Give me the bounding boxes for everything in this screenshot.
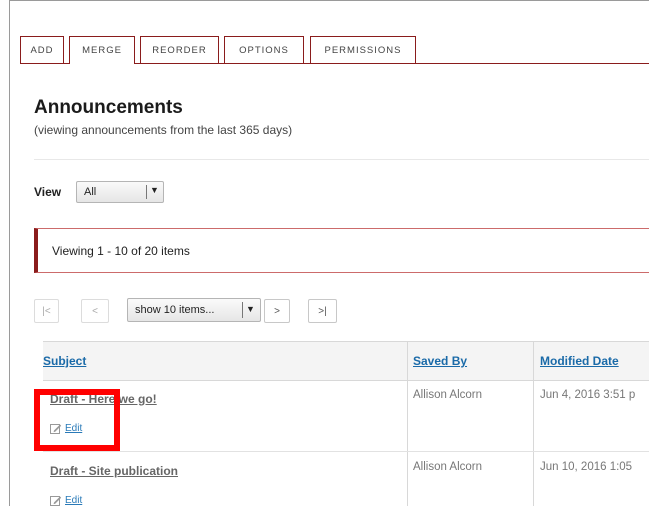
divider [34,159,649,160]
modified-date-cell: Jun 4, 2016 3:51 p [540,389,636,401]
column-separator [407,452,408,506]
column-separator [407,380,408,451]
modified-date-cell: Jun 10, 2016 1:05 [540,461,633,473]
last-page-button[interactable]: >| [308,299,337,323]
edit-icon [50,496,62,506]
chevron-down-icon: ▼ [150,185,159,195]
next-page-button[interactable]: > [264,299,290,323]
page-size-select[interactable]: show 10 items... ▼ [127,298,261,322]
toolbar: ADD MERGE REORDER OPTIONS PERMISSIONS [20,36,649,64]
permissions-button[interactable]: PERMISSIONS [310,36,416,63]
table-row: Draft - Here we go! Edit Allison Alcorn … [43,380,649,452]
announcements-page: ADD MERGE REORDER OPTIONS PERMISSIONS An… [9,0,649,506]
column-separator [407,342,408,380]
saved-by-cell: Allison Alcorn [413,389,483,401]
items-count-text: Viewing 1 - 10 of 20 items [52,244,190,258]
select-separator [242,302,243,318]
edit-highlight-box [34,389,120,451]
page-size-value: show 10 items... [135,304,215,316]
table-row: Draft - Site publication Edit Allison Al… [43,452,649,506]
column-separator [533,342,534,380]
edit-label: Edit [65,495,83,506]
merge-button[interactable]: MERGE [69,36,135,64]
column-header-modified-date[interactable]: Modified Date [540,354,619,368]
announcement-subject-link[interactable]: Draft - Site publication [50,464,178,478]
view-label: View [34,185,62,199]
column-separator [533,452,534,506]
announcements-table: Subject Saved By Modified Date Draft - H… [43,341,649,506]
table-header: Subject Saved By Modified Date [43,341,649,381]
page-subtitle: (viewing announcements from the last 365… [34,123,293,137]
page-title: Announcements [34,97,183,118]
prev-page-button[interactable]: < [81,299,109,323]
edit-link[interactable]: Edit [50,495,82,506]
add-button[interactable]: ADD [20,36,64,63]
column-separator [533,380,534,451]
reorder-button[interactable]: REORDER [140,36,219,63]
items-info-box: Viewing 1 - 10 of 20 items [34,228,649,273]
saved-by-cell: Allison Alcorn [413,461,483,473]
view-select-value: All [84,186,97,198]
column-header-saved-by[interactable]: Saved By [413,354,467,368]
select-separator [146,185,147,199]
view-select[interactable]: All ▼ [76,181,164,203]
chevron-down-icon: ▼ [246,304,255,314]
options-button[interactable]: OPTIONS [224,36,304,63]
first-page-button[interactable]: |< [34,299,59,323]
column-header-subject[interactable]: Subject [43,354,86,368]
